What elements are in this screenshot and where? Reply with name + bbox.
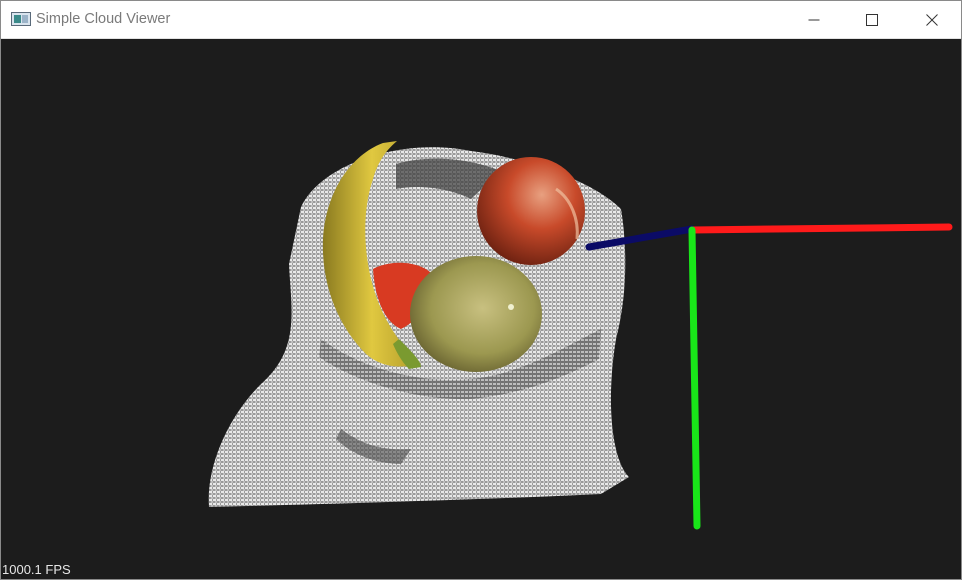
pear-cloud — [410, 256, 542, 372]
pear-spot — [508, 304, 514, 310]
minimize-button[interactable] — [785, 1, 843, 38]
point-cloud-scene — [208, 141, 953, 530]
fps-counter: 1000.1 FPS — [2, 562, 71, 577]
maximize-icon — [866, 13, 878, 26]
window-title: Simple Cloud Viewer — [36, 11, 171, 27]
minimize-icon — [808, 19, 820, 20]
coordinate-axes — [585, 223, 953, 530]
app-icon — [11, 12, 31, 26]
maximize-button[interactable] — [843, 1, 901, 38]
apple-cloud — [477, 157, 585, 265]
point-cloud-viewport[interactable]: 1000.1 FPS — [1, 39, 961, 579]
x-axis — [688, 223, 953, 234]
app-window: Simple Cloud Viewer 1000.1 FPS — [0, 0, 962, 580]
y-axis — [688, 226, 701, 530]
close-button[interactable] — [903, 1, 961, 38]
close-icon — [926, 13, 938, 26]
title-bar[interactable]: Simple Cloud Viewer — [1, 1, 961, 39]
